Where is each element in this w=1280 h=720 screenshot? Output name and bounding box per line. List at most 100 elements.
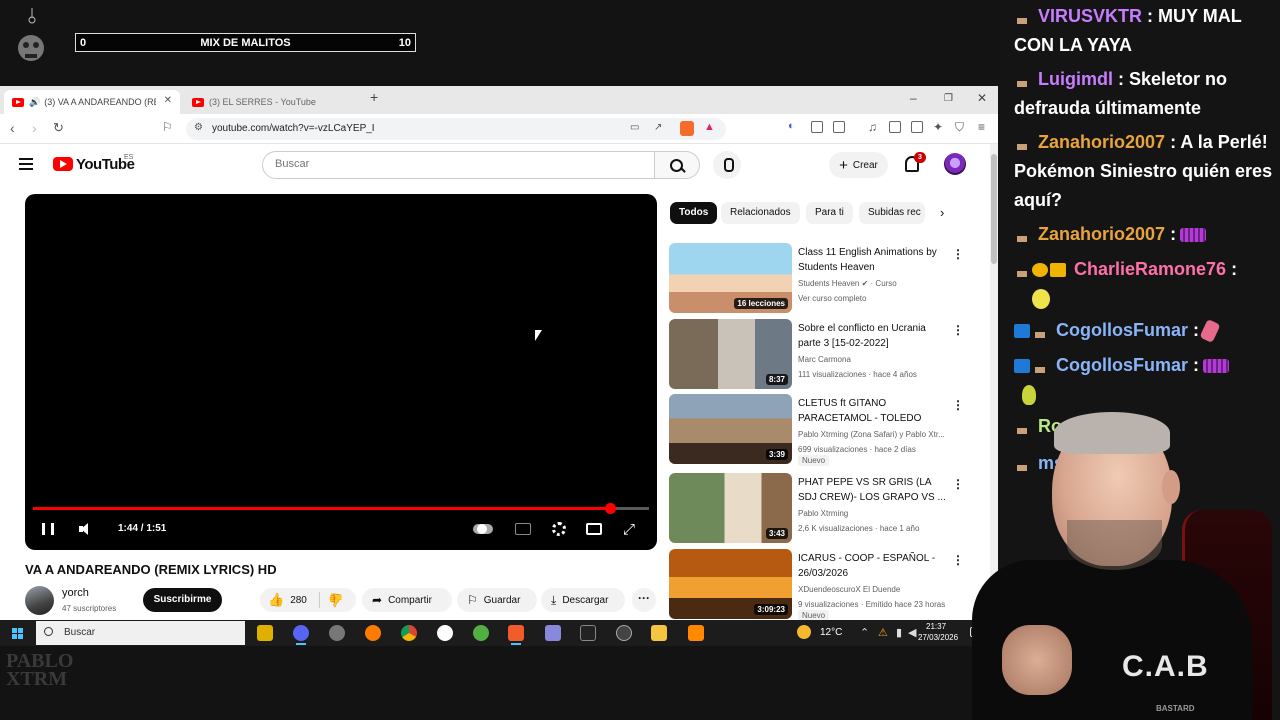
xbox-app-icon[interactable] bbox=[473, 625, 489, 641]
weather-moon-icon[interactable] bbox=[797, 625, 811, 639]
warning-icon[interactable]: ⚠ bbox=[878, 626, 888, 639]
recommendation-title[interactable]: PHAT PEPE VS SR GRIS (LA SDJ CREW)- LOS … bbox=[798, 475, 948, 505]
recommendation-item[interactable]: 3:39 CLETUS ft GITANO PARACETAMOL - TOLE… bbox=[669, 394, 969, 466]
channel-name[interactable]: yorch bbox=[62, 587, 89, 599]
pause-icon[interactable] bbox=[42, 523, 54, 535]
obs-app-icon[interactable] bbox=[329, 625, 345, 641]
music-icon[interactable]: ♫ bbox=[868, 120, 877, 134]
terminal-app-icon[interactable] bbox=[580, 625, 596, 641]
back-icon[interactable]: ‹ bbox=[10, 120, 15, 136]
chip-all[interactable]: Todos bbox=[670, 202, 718, 224]
restore-icon[interactable]: ❐ bbox=[944, 93, 953, 104]
recommendation-title[interactable]: Sobre el conflicto en Ucrania parte 3 [1… bbox=[798, 321, 948, 351]
create-button[interactable]: + Crear bbox=[829, 152, 888, 178]
like-icon[interactable]: 👍 bbox=[268, 592, 284, 608]
recommendation-title[interactable]: CLETUS ft GITANO PARACETAMOL - TOLEDO BO… bbox=[798, 396, 948, 426]
close-window-icon[interactable]: ✕ bbox=[977, 91, 987, 105]
cast-icon[interactable]: ▭ bbox=[630, 122, 639, 133]
audio-icon[interactable]: ◐ bbox=[788, 120, 795, 132]
settings-gear-icon[interactable] bbox=[552, 522, 566, 536]
tab-active[interactable]: 🔊 (3) VA A ANDAREANDO (REMIX ✕ bbox=[4, 90, 180, 114]
progress-bar[interactable] bbox=[33, 503, 649, 514]
forward-icon[interactable]: › bbox=[32, 120, 37, 136]
subscribe-button[interactable]: Suscribirme bbox=[143, 588, 222, 612]
microphone-tray-icon[interactable]: ▮ bbox=[896, 626, 902, 639]
more-vert-icon[interactable]: ⋮ bbox=[952, 247, 964, 261]
extension-icon[interactable] bbox=[811, 121, 823, 133]
account-avatar[interactable] bbox=[944, 153, 966, 175]
video-thumbnail[interactable]: 3:39 bbox=[669, 394, 792, 464]
theater-mode-icon[interactable] bbox=[586, 523, 602, 535]
duration-badge: 3:09:23 bbox=[754, 604, 788, 615]
file-explorer-app-icon[interactable] bbox=[651, 625, 667, 641]
more-actions-button[interactable]: ··· bbox=[632, 588, 656, 612]
sidebar-icon[interactable] bbox=[889, 121, 901, 133]
recommendation-title[interactable]: ICARUS - COOP - ESPAÑOL - 26/03/2026 bbox=[798, 551, 948, 581]
close-tab-icon[interactable]: ✕ bbox=[164, 95, 172, 106]
bookmark-icon[interactable]: ⚐ bbox=[162, 120, 173, 134]
firefox-app-icon[interactable] bbox=[365, 625, 381, 641]
dislike-icon[interactable]: 👍 bbox=[328, 592, 344, 608]
recommendation-item[interactable]: 8:37 Sobre el conflicto en Ucrania parte… bbox=[669, 319, 969, 389]
video-player[interactable]: 1:44 / 1:51 ⤢ bbox=[25, 194, 657, 550]
share-label: Compartir bbox=[388, 594, 432, 606]
weather-temperature[interactable]: 12°C bbox=[820, 627, 842, 638]
more-vert-icon[interactable]: ⋮ bbox=[952, 323, 964, 337]
minimize-icon[interactable]: – bbox=[910, 91, 917, 105]
new-tab-icon[interactable]: + bbox=[370, 89, 378, 105]
reload-icon[interactable]: ↻ bbox=[53, 120, 64, 136]
ai-icon[interactable]: ✦ bbox=[933, 120, 943, 134]
recommendation-item[interactable]: 16 lecciones Class 11 English Animations… bbox=[669, 243, 969, 313]
chevron-up-icon[interactable]: ⌃ bbox=[860, 626, 869, 639]
download-button[interactable]: ⤓ Descargar bbox=[541, 588, 625, 612]
autoplay-toggle[interactable] bbox=[473, 524, 493, 534]
chip-for-you[interactable]: Para ti bbox=[806, 202, 853, 224]
search-input[interactable] bbox=[275, 158, 645, 170]
media-player-app-icon[interactable] bbox=[437, 625, 453, 641]
chip-related[interactable]: Relacionados bbox=[721, 202, 800, 224]
windows-taskbar: Buscar 12°C ⌃ ⚠ ▮ ◀ 21:37 27/03/2026 bbox=[0, 620, 998, 646]
share-icon[interactable]: ↗ bbox=[654, 122, 662, 133]
like-count[interactable]: 280 bbox=[290, 595, 307, 606]
discord-app-icon[interactable] bbox=[293, 625, 309, 645]
taskbar-search[interactable]: Buscar bbox=[36, 621, 245, 645]
menu-icon[interactable]: ≡ bbox=[978, 120, 985, 134]
widgets-app-icon[interactable] bbox=[257, 625, 273, 641]
progress-scrubber[interactable] bbox=[605, 503, 617, 514]
youtube-logo-icon[interactable] bbox=[53, 157, 73, 171]
app-icon[interactable] bbox=[616, 625, 632, 641]
share-button[interactable]: ➦ Compartir bbox=[362, 588, 452, 612]
app-icon[interactable] bbox=[545, 625, 561, 641]
rewards-icon[interactable]: ▲ bbox=[704, 121, 715, 133]
url-field[interactable]: ⚙ youtube.com/watch?v=-vzLCaYEP_I ▭ ↗ ▲ bbox=[186, 118, 726, 140]
save-button[interactable]: ⚐ Guardar bbox=[457, 588, 537, 612]
wallet-icon[interactable] bbox=[911, 121, 923, 133]
chrome-app-icon[interactable] bbox=[401, 625, 417, 641]
hamburger-menu-icon[interactable] bbox=[19, 158, 33, 170]
subtitles-icon[interactable] bbox=[515, 523, 531, 535]
extension-icon[interactable] bbox=[833, 121, 845, 133]
vpn-icon[interactable]: ⛉ bbox=[955, 120, 964, 135]
video-thumbnail[interactable]: 3:43 bbox=[669, 473, 792, 543]
video-thumbnail[interactable]: 8:37 bbox=[669, 319, 792, 389]
fullscreen-icon[interactable]: ⤢ bbox=[623, 521, 635, 538]
recommendation-item[interactable]: 3:09:23 ICARUS - COOP - ESPAÑOL - 26/03/… bbox=[669, 549, 969, 620]
brave-shield-icon[interactable] bbox=[680, 121, 694, 136]
channel-avatar[interactable] bbox=[25, 586, 54, 615]
windows-start-icon[interactable] bbox=[12, 628, 23, 639]
tab-inactive[interactable]: (3) EL SERRES - YouTube bbox=[184, 90, 360, 114]
vlc-app-icon[interactable] bbox=[688, 625, 704, 641]
volume-tray-icon[interactable]: ◀ bbox=[908, 626, 916, 639]
video-thumbnail[interactable]: 3:09:23 bbox=[669, 549, 792, 619]
volume-icon[interactable] bbox=[79, 523, 95, 536]
site-info-icon[interactable]: ⚙ bbox=[194, 122, 203, 133]
microphone-icon[interactable] bbox=[713, 151, 741, 179]
search-icon[interactable] bbox=[655, 151, 700, 179]
chip-recent[interactable]: Subidas rec bbox=[859, 202, 925, 224]
video-thumbnail[interactable]: 16 lecciones bbox=[669, 243, 792, 313]
brave-app-icon[interactable] bbox=[508, 625, 524, 645]
scrollbar-thumb[interactable] bbox=[991, 154, 997, 264]
recommendation-item[interactable]: 3:43 PHAT PEPE VS SR GRIS (LA SDJ CREW)-… bbox=[669, 473, 969, 543]
chevron-right-icon[interactable]: › bbox=[940, 205, 944, 220]
recommendation-title[interactable]: Class 11 English Animations by Students … bbox=[798, 245, 948, 275]
